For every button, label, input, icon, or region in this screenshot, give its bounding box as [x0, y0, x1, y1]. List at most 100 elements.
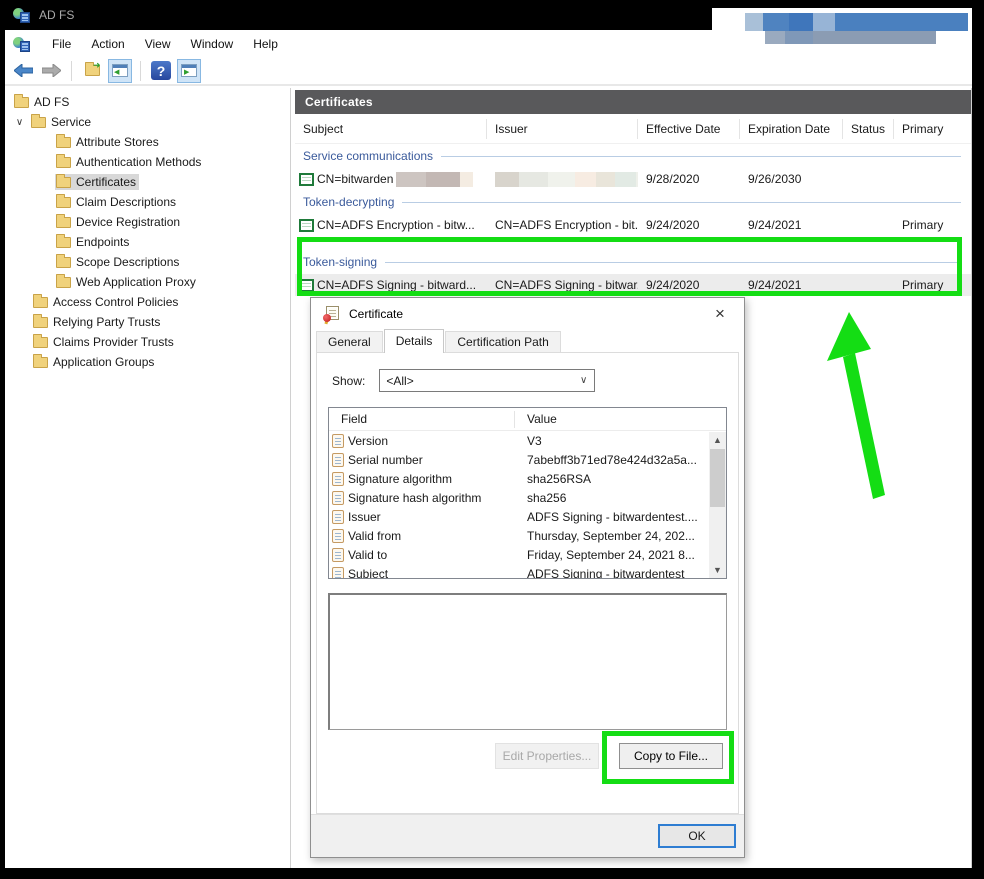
list-item[interactable]: Signature hash algorithmsha256 — [329, 488, 726, 507]
column-primary[interactable]: Primary — [894, 119, 971, 139]
field-icon — [332, 434, 344, 448]
tree-label: Access Control Policies — [53, 295, 178, 309]
tree-item-service[interactable]: ∨ Service — [5, 112, 290, 132]
tree-label: AD FS — [34, 95, 69, 109]
column-expiration-date[interactable]: Expiration Date — [740, 119, 843, 139]
dialog-tabs: General Details Certification Path — [311, 329, 744, 352]
tree-item-attribute-stores[interactable]: Attribute Stores — [5, 132, 290, 152]
chevron-down-icon: ∨ — [580, 375, 587, 386]
tree-item-claims-provider-trusts[interactable]: Claims Provider Trusts — [5, 332, 290, 352]
action-pane-toggle-icon[interactable] — [177, 59, 201, 83]
column-effective-date[interactable]: Effective Date — [638, 119, 740, 139]
copy-to-file-button[interactable]: Copy to File... — [619, 743, 723, 769]
scroll-down-icon[interactable]: ▼ — [709, 562, 726, 578]
tree-item-web-application-proxy[interactable]: Web Application Proxy — [5, 272, 290, 292]
help-icon[interactable]: ? — [149, 59, 173, 83]
tree-label: Service — [51, 115, 91, 129]
tree-item-access-control-policies[interactable]: Access Control Policies — [5, 292, 290, 312]
toolbar-separator — [71, 61, 72, 81]
group-label: Token-decrypting — [303, 195, 394, 209]
ok-button[interactable]: OK — [658, 824, 736, 848]
edit-properties-button: Edit Properties... — [495, 743, 599, 769]
table-row-selected[interactable]: CN=ADFS Signing - bitward... CN=ADFS Sig… — [295, 274, 971, 296]
list-item[interactable]: SubjectADFS Signing - bitwardentest — [329, 564, 726, 579]
field-preview-box[interactable] — [328, 593, 727, 730]
list-item[interactable]: Valid toFriday, September 24, 2021 8... — [329, 545, 726, 564]
tree-item-certificates[interactable]: Certificates — [5, 172, 290, 192]
tree-item-endpoints[interactable]: Endpoints — [5, 232, 290, 252]
folder-icon — [33, 337, 48, 348]
field-icon — [332, 548, 344, 562]
group-token-signing: Token-signing — [295, 250, 971, 274]
column-status[interactable]: Status — [843, 119, 894, 139]
field-icon — [332, 453, 344, 467]
export-folder-icon[interactable] — [80, 59, 104, 83]
toolbar: ? — [5, 57, 972, 86]
tree-label: Attribute Stores — [76, 135, 159, 149]
scroll-up-icon[interactable]: ▲ — [709, 432, 726, 448]
column-subject[interactable]: Subject — [295, 119, 487, 139]
forward-icon[interactable] — [39, 59, 63, 83]
table-row[interactable]: CN=ADFS Encryption - bitw... CN=ADFS Enc… — [295, 214, 971, 236]
dialog-footer: OK — [311, 814, 744, 857]
cell-effective: 9/24/2020 — [638, 218, 740, 232]
tree-item-adfs[interactable]: AD FS — [5, 92, 290, 112]
tree-item-scope-descriptions[interactable]: Scope Descriptions — [5, 252, 290, 272]
list-item[interactable]: Valid fromThursday, September 24, 202... — [329, 526, 726, 545]
folder-icon — [56, 277, 71, 288]
list-item[interactable]: VersionV3 — [329, 431, 726, 450]
adfs-app-icon — [13, 7, 30, 23]
tree-label: Relying Party Trusts — [53, 315, 160, 329]
column-issuer[interactable]: Issuer — [487, 119, 638, 139]
tree-item-claim-descriptions[interactable]: Claim Descriptions — [5, 192, 290, 212]
tab-certification-path[interactable]: Certification Path — [445, 331, 560, 352]
list-item[interactable]: IssuerADFS Signing - bitwardentest.... — [329, 507, 726, 526]
tree-label: Certificates — [76, 175, 136, 189]
field-value-list[interactable]: Field Value VersionV3 Serial number7abeb… — [328, 407, 727, 579]
group-service-communications: Service communications — [295, 144, 971, 168]
back-icon[interactable] — [11, 59, 35, 83]
tab-general[interactable]: General — [316, 331, 383, 352]
scrollbar[interactable]: ▲ ▼ — [709, 432, 726, 578]
cell-primary: Primary — [894, 218, 971, 232]
tree-label: Authentication Methods — [76, 155, 201, 169]
field-icon — [332, 472, 344, 486]
list-item[interactable]: Signature algorithmsha256RSA — [329, 469, 726, 488]
menu-view[interactable]: View — [135, 33, 181, 55]
table-header: Subject Issuer Effective Date Expiration… — [295, 114, 971, 144]
menu-file[interactable]: File — [42, 33, 81, 55]
list-item[interactable]: Serial number7abebff3b71ed78e424d32a5a..… — [329, 450, 726, 469]
menu-window[interactable]: Window — [181, 33, 244, 55]
folder-icon — [56, 157, 71, 168]
console-tree: AD FS ∨ Service Attribute Stores Authenti… — [5, 88, 291, 868]
group-label: Service communications — [303, 149, 433, 163]
tree-item-application-groups[interactable]: Application Groups — [5, 352, 290, 372]
cell-effective: 9/28/2020 — [638, 172, 740, 186]
table-row[interactable]: CN=bitwarden 9/28/2020 9/26/2030 — [295, 168, 971, 190]
field-icon — [332, 491, 344, 505]
folder-icon — [33, 297, 48, 308]
field-value-header: Field Value — [329, 408, 726, 431]
tree-item-device-registration[interactable]: Device Registration — [5, 212, 290, 232]
console-tree-toggle-icon[interactable] — [108, 59, 132, 83]
field-icon — [332, 529, 344, 543]
tree-label: Claims Provider Trusts — [53, 335, 174, 349]
scroll-thumb[interactable] — [710, 449, 725, 507]
folder-icon — [56, 237, 71, 248]
folder-icon — [56, 177, 71, 188]
toolbar-separator — [140, 61, 141, 81]
chevron-expanded-icon[interactable]: ∨ — [14, 117, 25, 128]
menu-action[interactable]: Action — [81, 33, 134, 55]
folder-icon — [56, 137, 71, 148]
tab-details[interactable]: Details — [384, 329, 445, 353]
window-title: AD FS — [39, 8, 74, 22]
close-icon[interactable]: × — [706, 300, 734, 328]
tree-label: Application Groups — [53, 355, 154, 369]
show-dropdown[interactable]: <All> ∨ — [379, 369, 595, 392]
certificate-dialog: Certificate × General Details Certificat… — [310, 297, 745, 858]
cell-subject-text: CN=ADFS Encryption - bitw... — [317, 218, 475, 232]
tree-item-authentication-methods[interactable]: Authentication Methods — [5, 152, 290, 172]
folder-icon — [56, 257, 71, 268]
tree-item-relying-party-trusts[interactable]: Relying Party Trusts — [5, 312, 290, 332]
menu-help[interactable]: Help — [243, 33, 288, 55]
